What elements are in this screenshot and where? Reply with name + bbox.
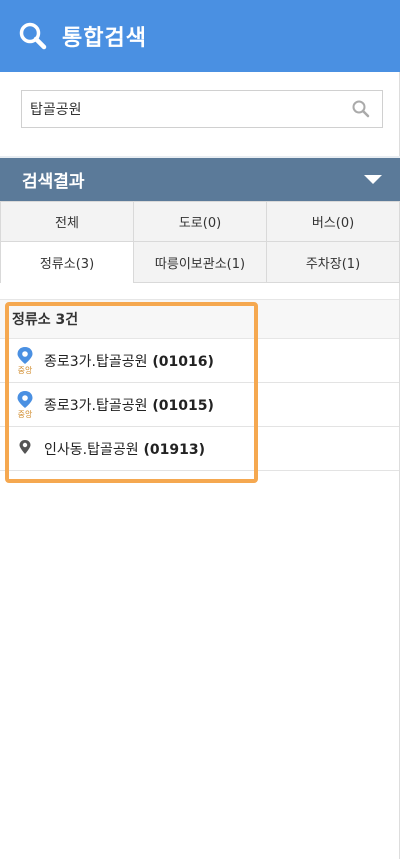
results-bar[interactable]: 검색결과 (0, 156, 400, 201)
central-bus-stop-pin-icon: 중앙 (14, 390, 36, 420)
caret-down-icon[interactable] (364, 175, 382, 184)
results-title: 검색결과 (22, 172, 85, 192)
bus-stop-pin-icon (14, 434, 36, 464)
search-input[interactable] (22, 91, 350, 127)
stop-list: 정류소 3건 중앙 종로3가.탑골공원 (01016) 중앙 종로3가.탑골공원… (0, 299, 400, 859)
central-bus-stop-pin-icon: 중앙 (14, 346, 36, 376)
stop-name: 인사동.탑골공원 (44, 441, 139, 458)
list-item[interactable]: 인사동.탑골공원 (01913) (0, 427, 399, 471)
tab-bus[interactable]: 버스(0) (267, 201, 400, 242)
stop-code: (01913) (143, 441, 206, 458)
category-tabs: 전체 도로(0) 버스(0) 정류소(3) 따릉이보관소(1) 주차장(1) (0, 201, 400, 283)
stop-name: 종로3가.탑골공원 (44, 397, 148, 414)
tab-bike-station[interactable]: 따릉이보관소(1) (134, 242, 267, 283)
stop-code: (01016) (152, 353, 214, 370)
search-box (21, 90, 383, 128)
stop-list-header: 정류소 3건 (0, 299, 399, 339)
search-section (0, 72, 400, 156)
list-item[interactable]: 중앙 종로3가.탑골공원 (01015) (0, 383, 399, 427)
stop-code: (01015) (152, 397, 214, 414)
list-item[interactable]: 중앙 종로3가.탑골공원 (01016) (0, 339, 399, 383)
stop-name: 종로3가.탑골공원 (44, 353, 148, 370)
magnifier-icon[interactable] (350, 98, 372, 120)
central-badge: 중앙 (18, 365, 33, 375)
tab-all[interactable]: 전체 (0, 201, 134, 242)
tab-bus-stop[interactable]: 정류소(3) (0, 242, 134, 283)
app-title: 통합검색 (62, 26, 147, 51)
search-icon (18, 21, 48, 51)
app-header: 통합검색 (0, 0, 400, 72)
tab-road[interactable]: 도로(0) (134, 201, 267, 242)
tab-parking[interactable]: 주차장(1) (267, 242, 400, 283)
central-badge: 중앙 (18, 409, 33, 419)
